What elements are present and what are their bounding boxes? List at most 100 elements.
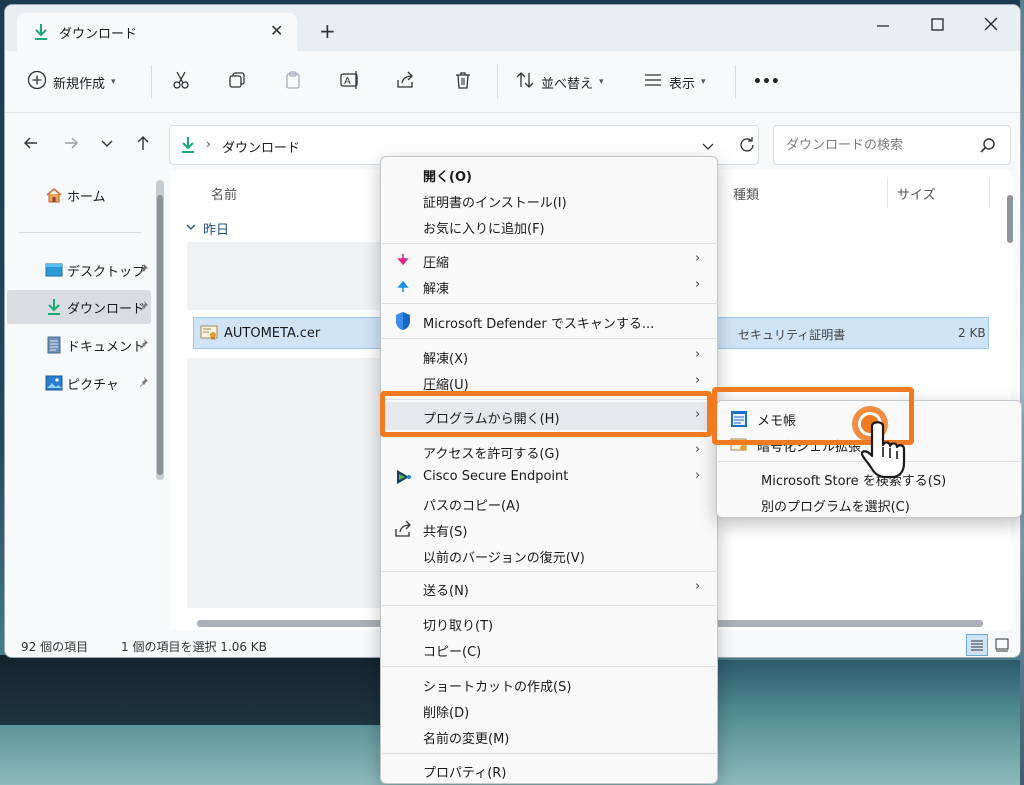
sidebar-item-downloads[interactable]: ダウンロード	[7, 290, 151, 324]
sidebar-item-documents[interactable]: ドキュメント	[7, 328, 151, 362]
menu-item-copy-path[interactable]: パスのコピー(A)	[385, 490, 715, 516]
arrow-down-icon	[394, 251, 412, 269]
column-divider[interactable]	[989, 178, 990, 208]
menu-item-share[interactable]: 共有(S)	[385, 516, 715, 542]
menu-item-properties[interactable]: プロパティ(R)	[385, 757, 715, 783]
column-header-size[interactable]: サイズ	[897, 184, 936, 203]
toolbar-divider	[497, 65, 498, 99]
more-options-button[interactable]: •••	[753, 67, 780, 97]
chevron-right-icon: ›	[695, 442, 701, 457]
group-header-yesterday[interactable]: 昨日	[185, 219, 229, 238]
selection-info: 1 個の項目を選択 1.06 KB	[121, 640, 267, 654]
view-button[interactable]: 表示 ▾	[643, 67, 706, 97]
breadcrumb-downloads[interactable]: ダウンロード	[222, 137, 300, 156]
desktop-background-hill	[0, 655, 420, 725]
menu-item-label: 切り取り(T)	[423, 619, 494, 634]
home-icon	[45, 186, 63, 204]
menu-item-give-access[interactable]: アクセスを許可する(G) ›	[385, 438, 715, 464]
hand-cursor-icon	[846, 400, 916, 480]
search-icon[interactable]	[979, 137, 997, 159]
maximize-button[interactable]	[915, 11, 959, 41]
delete-button[interactable]	[453, 67, 473, 97]
sidebar-item-pictures[interactable]: ピクチャ	[7, 366, 151, 400]
details-view-button[interactable]	[966, 634, 988, 656]
refresh-icon[interactable]	[738, 136, 756, 158]
tab-title: ダウンロード	[59, 27, 138, 42]
menu-item-label: 削除(D)	[423, 706, 470, 721]
plus-circle-icon	[27, 70, 47, 94]
navigation-pane: ホーム デスクトップ ダウンロード ドキュメント ピクチャ	[5, 170, 167, 630]
menu-item-delete[interactable]: 削除(D)	[385, 697, 715, 723]
share-button[interactable]	[395, 67, 415, 97]
menu-item-extract-x[interactable]: 解凍(X) ›	[385, 343, 715, 369]
sidebar-divider	[19, 232, 141, 233]
pin-icon	[137, 338, 149, 354]
sort-icon	[515, 70, 535, 94]
sort-button[interactable]: 並べ替え ▾	[515, 67, 604, 97]
menu-item-label: 圧縮	[423, 256, 450, 271]
breadcrumb-separator-icon: ›	[206, 137, 211, 151]
rename-icon: A	[339, 70, 361, 94]
new-button[interactable]: 新規作成 ▾	[27, 67, 116, 97]
sidebar-item-label: デスクトップ	[67, 264, 146, 280]
clipboard-icon	[283, 70, 303, 94]
view-button-label: 表示	[669, 76, 696, 92]
menu-item-install-certificate[interactable]: 証明書のインストール(I)	[385, 187, 715, 213]
column-divider[interactable]	[887, 178, 888, 208]
copy-icon	[227, 70, 247, 94]
sidebar-item-desktop[interactable]: デスクトップ	[7, 253, 151, 287]
menu-item-add-favorites[interactable]: お気に入りに追加(F)	[385, 213, 715, 239]
up-button[interactable]	[129, 129, 157, 157]
tiles-view-button[interactable]	[991, 634, 1013, 656]
download-icon	[45, 298, 63, 316]
back-button[interactable]	[17, 129, 45, 157]
cisco-endpoint-icon	[394, 468, 412, 486]
menu-item-send-to[interactable]: 送る(N) ›	[385, 575, 715, 601]
group-label: 昨日	[203, 223, 230, 238]
forward-button[interactable]	[57, 129, 85, 157]
file-list-scrollbar-thumb[interactable]	[1007, 195, 1013, 243]
submenu-item-choose-another[interactable]: 別のプログラムを選択(C)	[721, 491, 1017, 517]
close-button[interactable]	[969, 11, 1013, 41]
copy-button[interactable]	[227, 67, 247, 97]
tab-close-icon[interactable]: ✕	[270, 21, 283, 40]
sidebar-scrollbar-thumb[interactable]	[157, 195, 163, 475]
item-count: 92 個の項目	[21, 640, 89, 654]
menu-item-rename[interactable]: 名前の変更(M)	[385, 723, 715, 749]
column-header-type[interactable]: 種類	[733, 184, 759, 203]
menu-item-extract[interactable]: 解凍 ›	[385, 273, 715, 299]
new-tab-button[interactable]: +	[319, 19, 336, 43]
sidebar-item-label: ドキュメント	[67, 339, 146, 355]
rename-button[interactable]: A	[339, 67, 361, 97]
blurred-content	[187, 242, 385, 310]
pin-icon	[137, 376, 149, 392]
menu-item-cisco-secure-endpoint[interactable]: Cisco Secure Endpoint ›	[385, 464, 715, 490]
sidebar-item-home[interactable]: ホーム	[7, 178, 151, 212]
search-input[interactable]	[774, 126, 974, 164]
paste-button[interactable]	[283, 67, 303, 97]
menu-item-open[interactable]: 開く(O)	[385, 161, 715, 187]
menu-separator	[382, 605, 718, 606]
file-size: 2 KB	[958, 326, 986, 340]
menu-item-restore-previous[interactable]: 以前のバージョンの復元(V)	[385, 542, 715, 568]
pin-icon	[137, 263, 149, 279]
minimize-button[interactable]	[861, 11, 905, 41]
menu-item-compress[interactable]: 圧縮 ›	[385, 247, 715, 273]
menu-item-create-shortcut[interactable]: ショートカットの作成(S)	[385, 671, 715, 697]
cut-button[interactable]	[171, 67, 191, 97]
menu-item-label: 解凍(X)	[423, 352, 469, 367]
command-bar: 新規作成 ▾ A 並べ替え ▾ 表示 ▾ •••	[5, 51, 1020, 113]
menu-item-label: 送る(N)	[423, 584, 469, 599]
tab-downloads[interactable]: ダウンロード ✕	[17, 13, 297, 51]
menu-item-cut[interactable]: 切り取り(T)	[385, 610, 715, 636]
menu-item-label: 解凍	[423, 282, 450, 297]
menu-item-defender-scan[interactable]: Microsoft Defender でスキャンする...	[385, 308, 715, 334]
column-header-name[interactable]: 名前	[211, 184, 237, 203]
menu-item-copy[interactable]: コピー(C)	[385, 636, 715, 662]
download-icon	[180, 136, 196, 158]
address-dropdown-icon[interactable]	[700, 138, 716, 158]
new-button-label: 新規作成	[53, 76, 106, 92]
recent-locations-button[interactable]	[93, 129, 121, 157]
highlight-open-with	[380, 391, 712, 437]
menu-separator	[382, 243, 718, 244]
